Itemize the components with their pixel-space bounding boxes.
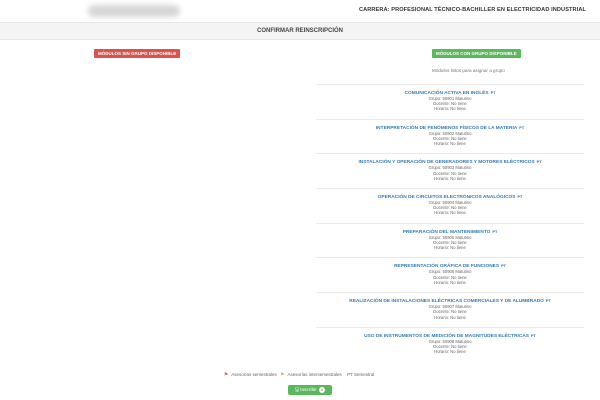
legend: ⚑ Asesorías semestrales ⚑ Asesorías inters…	[0, 372, 600, 378]
legend-item: PT Semestral	[347, 372, 375, 377]
module-type-tag: PT	[492, 229, 498, 234]
module-name: INTERPRETACIÓN DE FENÓMENOS FÍSICOS DE L…	[375, 125, 518, 131]
career-title: CARRERA: PROFESIONAL TÉCNICO-BACHILLER E…	[358, 7, 586, 13]
badge-modules-available: MÓDULOS CON GRUPO DISPONIBLE	[432, 49, 521, 58]
module-horario: Horario: No tiene	[434, 279, 466, 285]
module-count-badge: 8	[318, 386, 326, 393]
save-icon: 🖫	[294, 387, 300, 393]
module-item: OPERACIÓN DE CIRCUITOS ELECTRÓNICOS ANAL…	[316, 188, 584, 223]
module-item: INTERPRETACIÓN DE FENÓMENOS FÍSICOS DE L…	[316, 118, 584, 154]
badge-modules-unavailable: MÓDULOS SIN GRUPO DISPONIBLE	[94, 49, 181, 58]
module-horario: Horario: No tiene	[434, 106, 466, 112]
module-item: PREPARACIÓN DEL MANTENIMIENTO PT Grupo: 50…	[316, 222, 584, 258]
inscribir-button[interactable]: 🖫Inscribir 8	[288, 385, 332, 395]
module-item: COMUNICACIÓN ACTIVA EN INGLÉS PT Grupo: 50…	[316, 84, 584, 119]
module-type-tag: PT	[490, 91, 496, 95]
legend-item: Asesorías intersemestrales	[287, 372, 342, 377]
module-horario: Horario: No tiene	[434, 175, 466, 181]
module-horario: Horario: No tiene	[434, 314, 466, 320]
module-type-tag: PT	[536, 160, 542, 165]
module-type-tag: PT	[531, 333, 536, 338]
red-flag-icon: ⚑	[223, 372, 229, 378]
module-type-tag: PT	[519, 125, 525, 130]
module-type-tag: PT	[545, 299, 551, 304]
module-item: REALIZACIÓN DE INSTALACIONES ELÉCTRICAS …	[316, 292, 584, 327]
available-modules-hint: Módulos listos para asignar a grupo	[432, 68, 505, 73]
module-item: REPRESENTACIÓN GRÁFICA DE FUNCIONES PT Gru…	[316, 257, 584, 292]
top-bar: CARRERA: PROFESIONAL TÉCNICO-BACHILLER E…	[0, 0, 600, 23]
module-item: INSTALACIÓN Y OPERACIÓN DE GENERADORES Y…	[316, 153, 584, 188]
module-type-tag: PT	[501, 264, 506, 269]
module-horario: Horario: No tiene	[434, 210, 466, 216]
module-horario: Horario: No tiene	[434, 349, 466, 355]
orange-flag-icon: ⚑	[280, 372, 285, 378]
module-horario: Horario: No tiene	[434, 141, 466, 147]
user-name-blurred	[88, 5, 180, 17]
unavailable-modules-list	[95, 64, 195, 74]
page-subtitle: CONFIRMAR REINSCRIPCIÓN	[0, 23, 600, 40]
available-modules-list: COMUNICACIÓN ACTIVA EN INGLÉS PT Grupo: 50…	[316, 84, 584, 362]
inscribir-button-label: Inscribir	[300, 388, 317, 393]
module-horario: Horario: No tiene	[434, 245, 466, 251]
module-type-tag: PT	[517, 195, 523, 200]
module-item: USO DE INSTRUMENTOS DE MEDICIÓN DE MAGNI…	[316, 326, 584, 362]
legend-item: Asesorías semestrales	[231, 372, 277, 377]
